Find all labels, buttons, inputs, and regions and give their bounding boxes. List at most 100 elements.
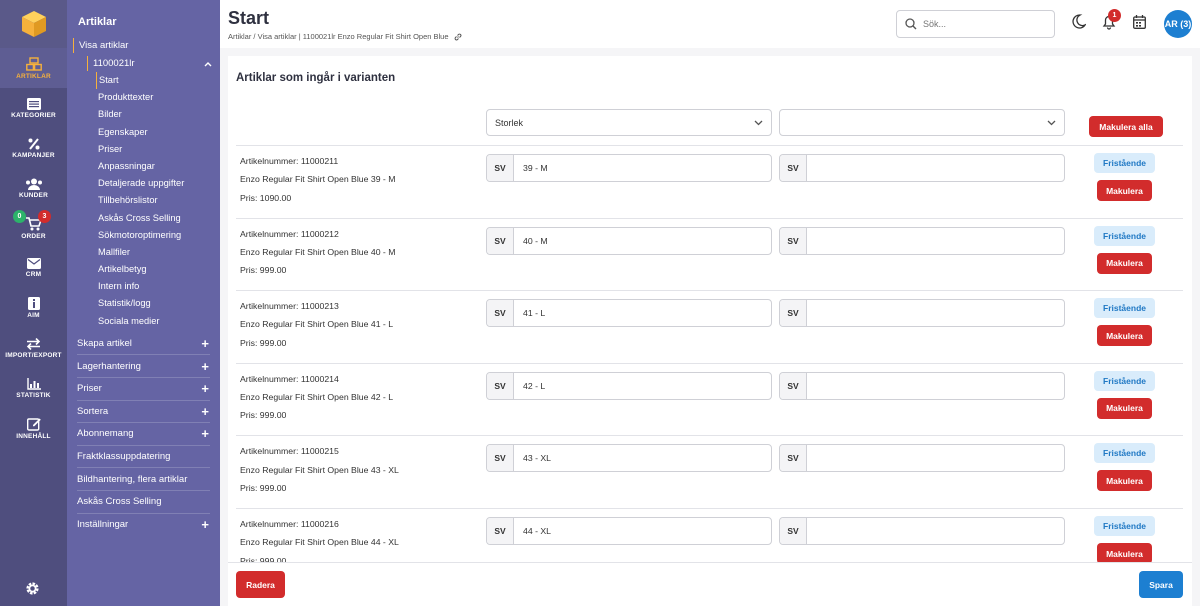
makulera-button[interactable]: Makulera (1097, 470, 1152, 492)
language-prefix: SV (780, 300, 807, 327)
article-number: Artikelnummer: 11000211 (240, 156, 339, 166)
rail-item-kampanjer[interactable]: KAMPANJER (0, 128, 67, 168)
second-value-field[interactable]: SV (779, 444, 1065, 473)
language-prefix: SV (487, 227, 514, 254)
search-input[interactable] (923, 19, 1033, 29)
article-price: Pris: 999.00 (240, 482, 287, 493)
submenu-group-label: Priser (77, 383, 102, 395)
rail-item-order[interactable]: 0 3 ORDER (0, 208, 67, 248)
rail-item-aim[interactable]: AIM (0, 288, 67, 328)
plus-icon: + (201, 426, 209, 442)
rail-item-kunder[interactable]: KUNDER (0, 168, 67, 208)
variant-value-field[interactable]: SV 41 - L (486, 299, 772, 328)
submenu-group[interactable]: Sortera + (77, 401, 210, 424)
breadcrumb-text[interactable]: Artiklar / Visa artiklar | 1100021lr Enz… (228, 32, 449, 41)
language-prefix: SV (780, 518, 807, 544)
second-value[interactable] (807, 518, 1064, 544)
second-value[interactable] (807, 445, 1064, 471)
chevron-down-icon (754, 120, 763, 125)
size-select[interactable]: Storlek (486, 109, 772, 136)
second-value-field[interactable]: SV (779, 226, 1065, 255)
submenu-visa-artiklar[interactable]: Visa artiklar (73, 38, 220, 53)
variant-value[interactable]: 42 - L (514, 373, 771, 399)
second-value-field[interactable]: SV (779, 371, 1065, 400)
fristaende-button[interactable]: Fristående (1094, 225, 1155, 246)
submenu-item-start[interactable]: Start (96, 72, 220, 90)
submenu-item[interactable]: Egenskaper (96, 124, 220, 141)
submenu-group[interactable]: Priser + (77, 378, 210, 401)
makulera-button[interactable]: Makulera (1097, 180, 1152, 201)
submenu-group[interactable]: Fraktklassuppdatering (77, 446, 210, 469)
submenu-item[interactable]: Anpassningar (96, 158, 220, 175)
link-icon[interactable] (454, 33, 462, 41)
fristaende-button[interactable]: Fristående (1094, 153, 1155, 173)
submenu-item[interactable]: Priser (96, 141, 220, 158)
second-value[interactable] (807, 155, 1064, 181)
second-value[interactable] (807, 300, 1064, 326)
search-box[interactable] (896, 10, 1055, 38)
rail-label: STATISTIK (16, 391, 51, 399)
gear-icon (26, 582, 39, 595)
notifications-button[interactable]: 1 (1102, 9, 1121, 33)
radera-button[interactable]: Radera (236, 571, 285, 598)
settings-button[interactable] (25, 581, 40, 599)
submenu-item[interactable]: Bilder (96, 106, 220, 123)
variant-value-field[interactable]: SV 44 - XL (486, 517, 772, 545)
calendar-button[interactable] (1133, 15, 1146, 32)
rail-item-artiklar[interactable]: ARTIKLAR (0, 48, 67, 88)
submenu-group[interactable]: Skapa artikel + (77, 333, 210, 356)
submenu-group[interactable]: Abonnemang + (77, 423, 210, 446)
rail-item-crm[interactable]: CRM (0, 248, 67, 288)
submenu-item[interactable]: Tillbehörslistor (96, 192, 220, 209)
submenu-group[interactable]: Inställningar + (77, 514, 210, 537)
submenu-item[interactable]: Intern info (96, 278, 220, 295)
variant-value-field[interactable]: SV 43 - XL (486, 444, 772, 473)
language-prefix: SV (487, 518, 514, 544)
second-value-field[interactable]: SV (779, 154, 1065, 182)
submenu-item[interactable]: Askås Cross Selling (96, 210, 220, 227)
fristaende-button[interactable]: Fristående (1094, 298, 1155, 319)
fristaende-button[interactable]: Fristående (1094, 443, 1155, 464)
second-value-field[interactable]: SV (779, 299, 1065, 328)
submenu-article[interactable]: 1100021lr (87, 56, 220, 71)
rail-item-statistik[interactable]: STATISTIK (0, 368, 67, 408)
submenu-item[interactable]: Sökmotoroptimering (96, 227, 220, 244)
makulera-button[interactable]: Makulera (1097, 543, 1152, 564)
second-value[interactable] (807, 228, 1064, 254)
makulera-button[interactable]: Makulera (1097, 252, 1152, 274)
variant-value[interactable]: 40 - M (514, 228, 771, 254)
variant-value[interactable]: 39 - M (514, 155, 771, 181)
variant-value[interactable]: 44 - XL (514, 518, 771, 544)
rail-item-kategorier[interactable]: KATEGORIER (0, 88, 67, 128)
submenu-group[interactable]: Askås Cross Selling (77, 491, 210, 514)
variant-value[interactable]: 43 - XL (514, 445, 771, 471)
makulera-button[interactable]: Makulera (1097, 397, 1152, 419)
rail-item-import-export[interactable]: IMPORT/EXPORT (0, 328, 67, 368)
fristaende-button[interactable]: Fristående (1094, 370, 1155, 391)
submenu-item[interactable]: Produkttexter (96, 89, 220, 106)
submenu-group[interactable]: Lagerhantering + (77, 355, 210, 378)
variant-value-field[interactable]: SV 40 - M (486, 226, 772, 255)
logo[interactable] (0, 0, 67, 48)
second-value[interactable] (807, 373, 1064, 399)
rail-label: IMPORT/EXPORT (5, 351, 62, 359)
makulera-button[interactable]: Makulera (1097, 325, 1152, 347)
variant-value-field[interactable]: SV 39 - M (486, 154, 772, 182)
second-select[interactable] (779, 109, 1065, 136)
submenu-item[interactable]: Statistik/logg (96, 295, 220, 312)
rail-item-innehall[interactable]: INNEHÅLL (0, 408, 67, 448)
variant-value[interactable]: 41 - L (514, 300, 771, 326)
submenu-group[interactable]: Bildhantering, flera artiklar (77, 468, 210, 491)
makulera-alla-button[interactable]: Makulera alla (1089, 116, 1163, 137)
dark-mode-toggle[interactable] (1072, 14, 1087, 32)
submenu-item[interactable]: Artikelbetyg (96, 261, 220, 278)
second-value-field[interactable]: SV (779, 517, 1065, 545)
submenu-item[interactable]: Sociala medier (96, 313, 220, 330)
spara-button[interactable]: Spara (1139, 571, 1183, 598)
submenu-item[interactable]: Mallfiler (96, 244, 220, 261)
variant-value-field[interactable]: SV 42 - L (486, 371, 772, 400)
submenu-group-label: Lagerhantering (77, 360, 141, 372)
fristaende-button[interactable]: Fristående (1094, 516, 1155, 536)
submenu-item[interactable]: Detaljerade uppgifter (96, 175, 220, 192)
avatar[interactable]: AR (3) (1164, 10, 1192, 38)
